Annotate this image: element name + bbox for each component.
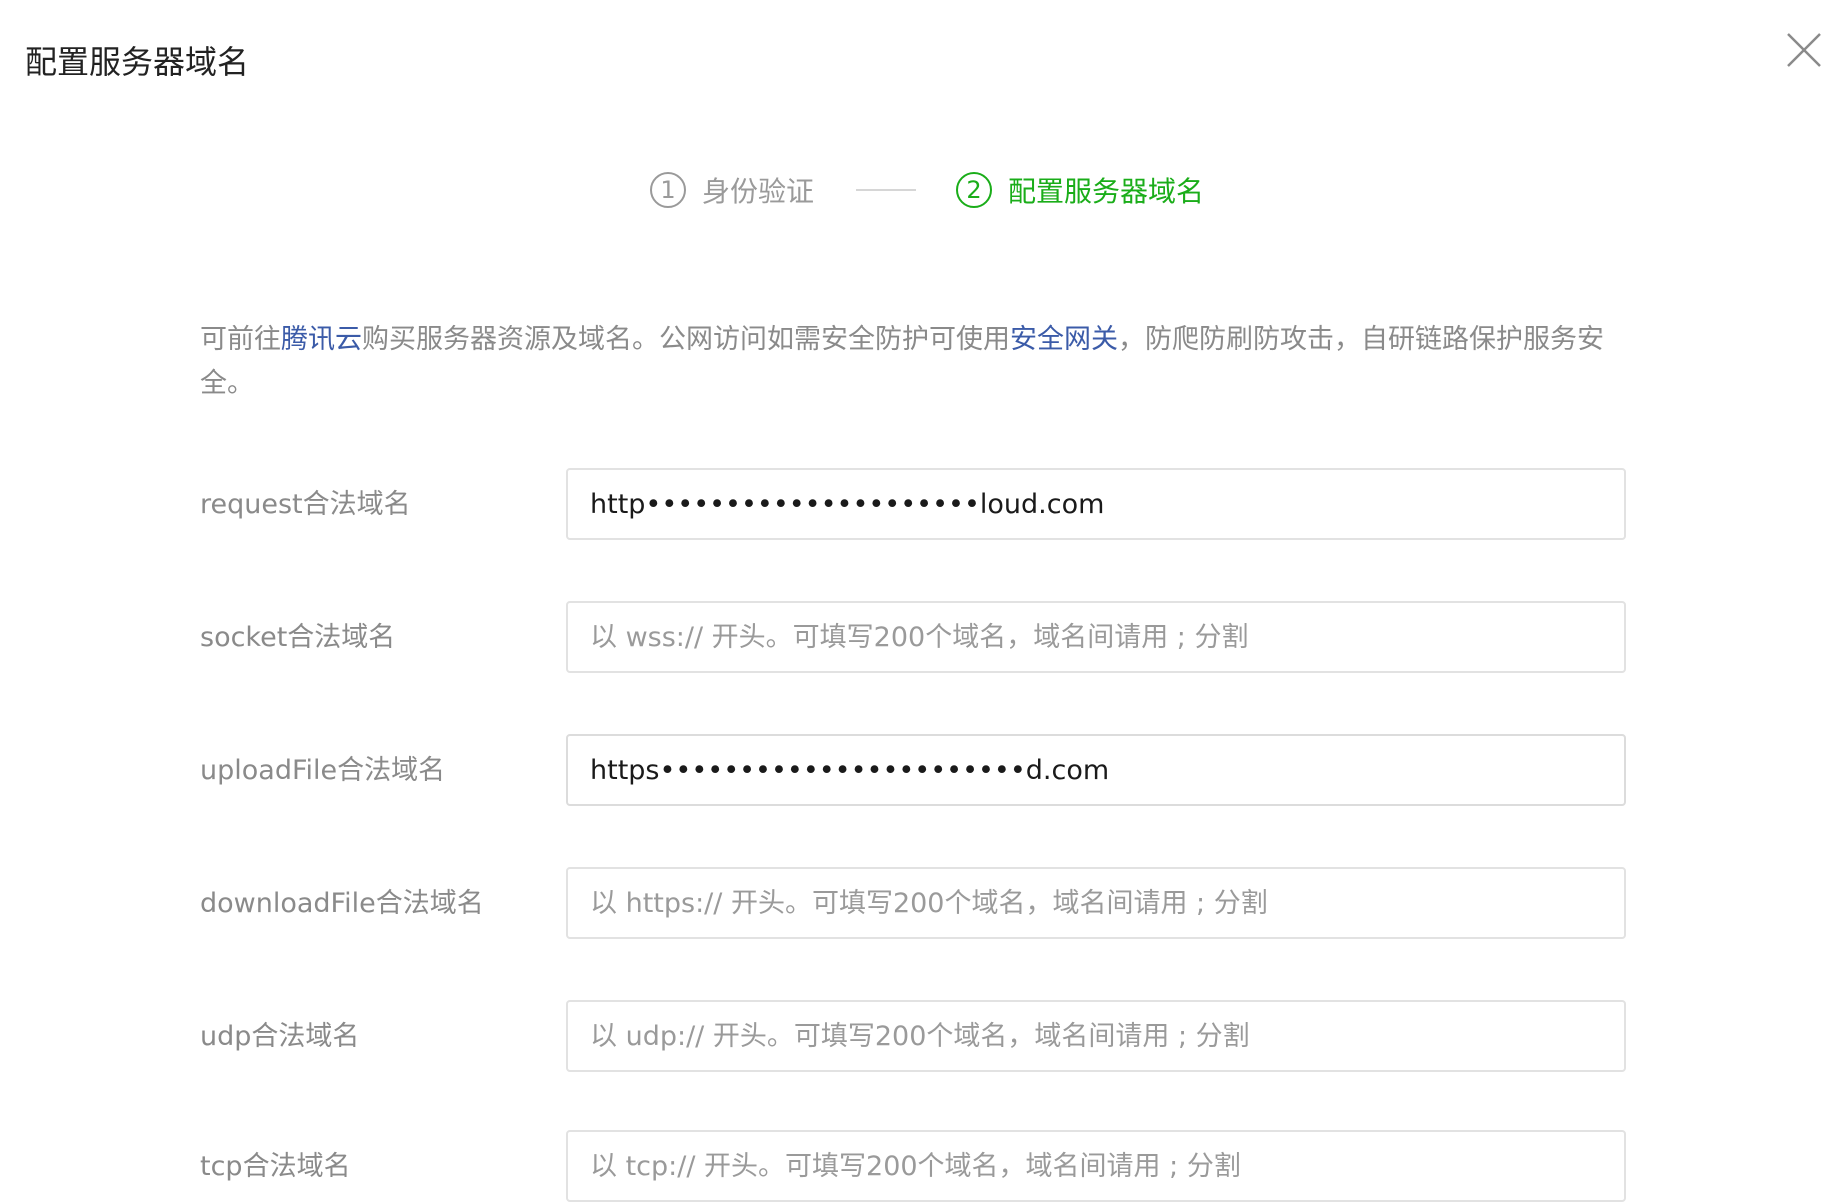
udp-domain-label: udp合法域名 [200, 1021, 360, 1052]
socket-domain-label: socket合法域名 [200, 622, 396, 653]
tencent-cloud-link[interactable]: 腾讯云 [281, 324, 362, 355]
tcp-domain-label: tcp合法域名 [200, 1151, 351, 1182]
stepper: 1 身份验证 2 配置服务器域名 [650, 168, 1204, 212]
tcp-domain-input[interactable] [566, 1130, 1626, 1202]
downloadfile-domain-input[interactable] [566, 867, 1626, 939]
close-icon [1787, 33, 1821, 67]
uploadfile-domain-label: uploadFile合法域名 [200, 755, 446, 786]
request-domain-label: request合法域名 [200, 489, 411, 520]
dialog-title: 配置服务器域名 [25, 43, 250, 81]
form-row-socket: socket合法域名 [200, 601, 1630, 673]
udp-domain-input[interactable] [566, 1000, 1626, 1072]
socket-domain-input[interactable] [566, 601, 1626, 673]
step-configure-domain: 2 配置服务器域名 [956, 168, 1204, 212]
form-row-downloadfile: downloadFile合法域名 [200, 867, 1630, 939]
downloadfile-domain-label: downloadFile合法域名 [200, 888, 484, 919]
step-connector [856, 189, 917, 191]
step-label: 身份验证 [702, 175, 815, 208]
form-row-tcp: tcp合法域名 [200, 1130, 1630, 1202]
step-identity-verification: 1 身份验证 [650, 168, 814, 212]
description-text: 可前往腾讯云购买服务器资源及域名。公网访问如需安全防护可使用安全网关，防爬防刷防… [200, 324, 1604, 399]
form-row-request: request合法域名 [200, 468, 1630, 540]
step-number-badge: 2 [956, 172, 993, 208]
step-label: 配置服务器域名 [1008, 175, 1205, 208]
uploadfile-domain-input[interactable] [566, 734, 1626, 806]
form-row-uploadfile: uploadFile合法域名 [200, 734, 1630, 806]
step-number-badge: 1 [650, 172, 686, 208]
form-row-udp: udp合法域名 [200, 1000, 1630, 1072]
close-button[interactable] [1780, 26, 1828, 74]
request-domain-input[interactable] [566, 468, 1626, 540]
security-gateway-link[interactable]: 安全网关 [1010, 324, 1118, 355]
